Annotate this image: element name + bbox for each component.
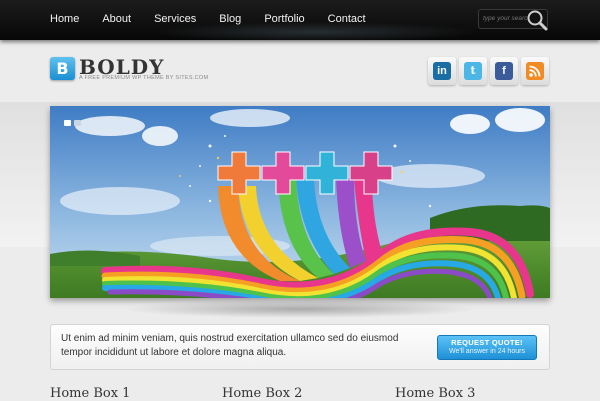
twitter-button[interactable]: t (459, 57, 487, 85)
featured-slider[interactable] (50, 106, 550, 298)
cta-text: Ut enim ad minim veniam, quis nostrud ex… (61, 333, 399, 358)
logo-badge[interactable]: B (50, 57, 75, 80)
search-icon[interactable] (525, 8, 549, 32)
nav-portfolio[interactable]: Portfolio (264, 13, 304, 25)
search-box (478, 8, 549, 32)
slider-shadow (120, 300, 480, 318)
slider-dot-1[interactable] (64, 120, 71, 126)
home-box-1-title: Home Box 1 (50, 386, 131, 401)
linkedin-icon: in (433, 62, 451, 80)
nav-about[interactable]: About (102, 13, 131, 25)
facebook-button[interactable]: f (490, 57, 518, 85)
main-menu: Home About Services Blog Portfolio Conta… (50, 13, 389, 25)
twitter-icon: t (464, 62, 482, 80)
nav-services[interactable]: Services (154, 13, 196, 25)
home-box-3-title: Home Box 3 (395, 386, 476, 401)
slider-image (50, 106, 550, 298)
nav-blog[interactable]: Blog (219, 13, 241, 25)
top-navigation-bar: Home About Services Blog Portfolio Conta… (0, 0, 600, 42)
nav-home[interactable]: Home (50, 13, 79, 25)
request-quote-sublabel: We'll answer in 24 hours (449, 348, 525, 355)
facebook-icon: f (495, 62, 513, 80)
rss-icon (526, 62, 544, 80)
request-quote-label: REQUEST QUOTE! (451, 338, 523, 347)
logo-tagline: A FREE PREMIUM WP THEME BY SITES.COM (79, 75, 209, 81)
slider-pagination (64, 120, 81, 126)
nav-contact[interactable]: Contact (328, 13, 366, 25)
slider-dot-2[interactable] (74, 120, 81, 126)
request-quote-button[interactable]: REQUEST QUOTE! We'll answer in 24 hours (437, 335, 537, 360)
call-to-action-box: Ut enim ad minim veniam, quis nostrud ex… (50, 324, 550, 370)
search-input[interactable] (483, 12, 529, 25)
home-box-2-title: Home Box 2 (222, 386, 303, 401)
linkedin-button[interactable]: in (428, 57, 456, 85)
rss-button[interactable] (521, 57, 549, 85)
